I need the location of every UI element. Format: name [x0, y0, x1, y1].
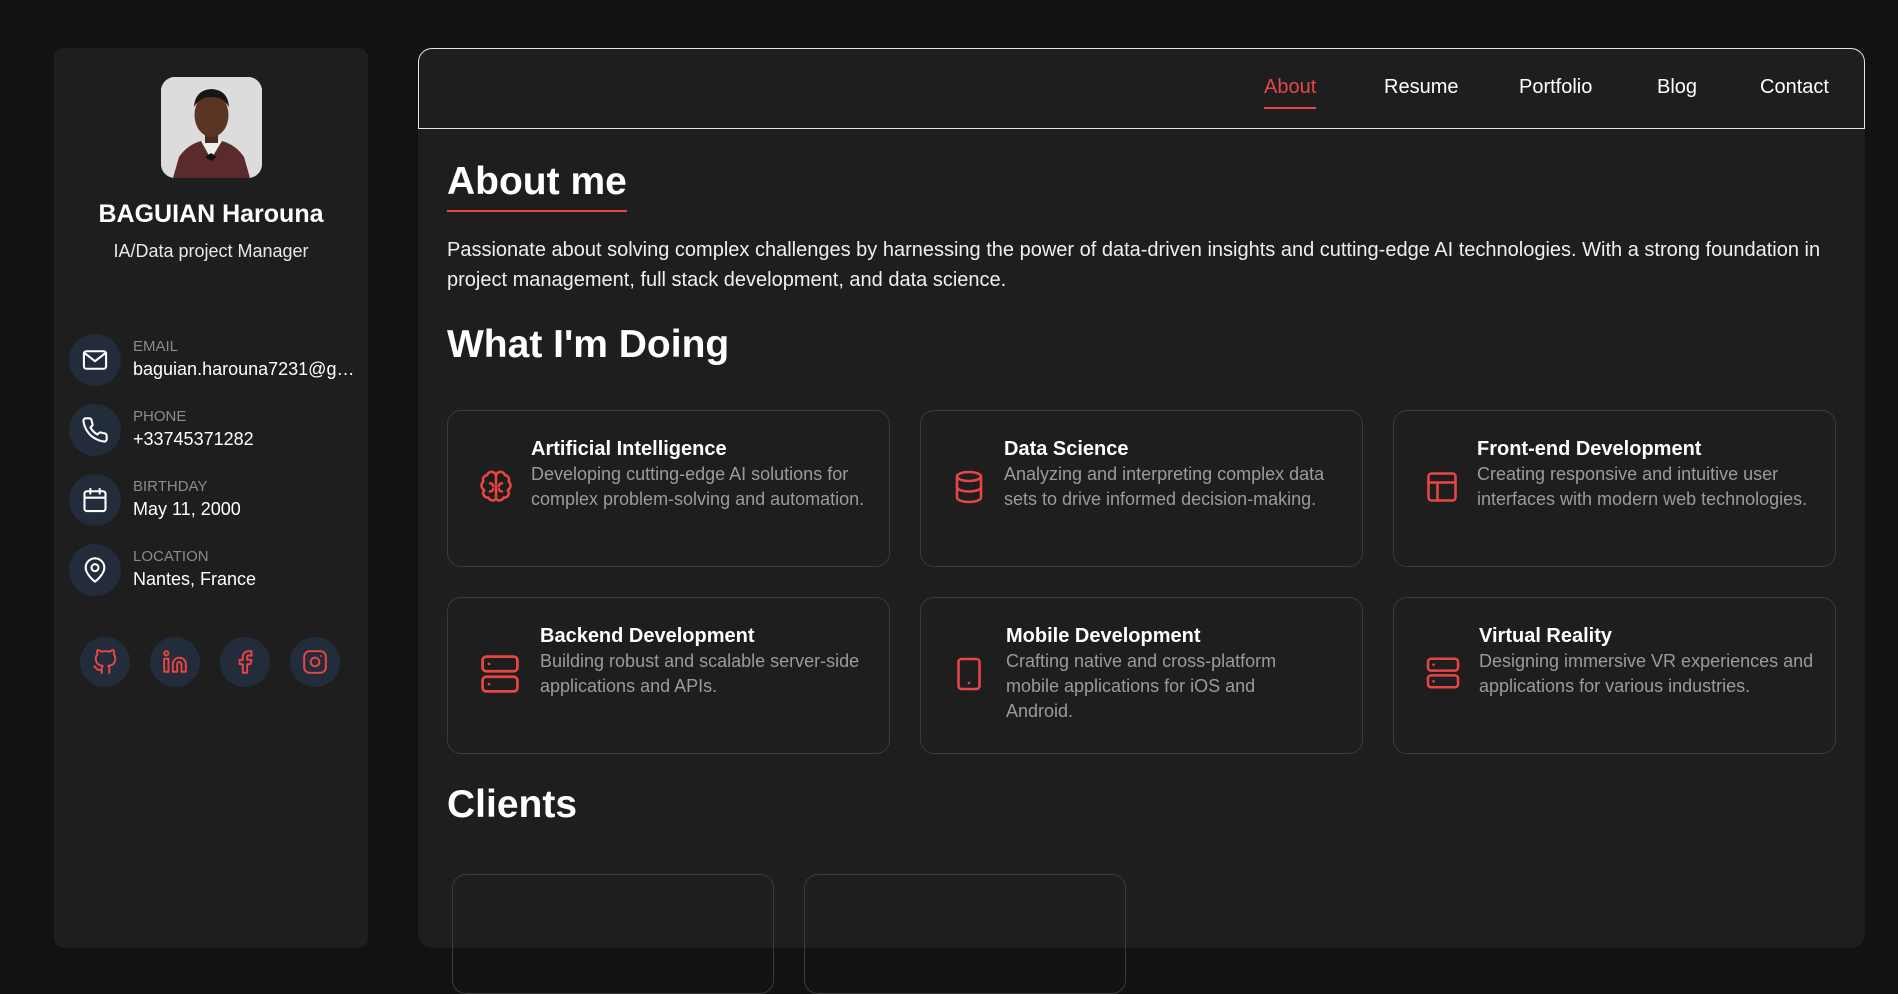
service-card-ai: Artificial Intelligence Developing cutti… [447, 410, 890, 567]
profile-title: IA/Data project Manager [113, 241, 309, 261]
nav-about[interactable]: About [1264, 76, 1317, 109]
profile-name: BAGUIAN Harouna [98, 200, 324, 228]
client-card [452, 874, 774, 994]
mail-icon [69, 334, 121, 386]
instagram-icon[interactable] [290, 637, 340, 687]
services-heading: What I'm Doing [447, 323, 730, 366]
sidebar: BAGUIAN Harouna IA/Data project Manager … [54, 48, 368, 948]
service-desc: Analyzing and interpreting complex data … [1004, 464, 1325, 509]
database-icon [951, 469, 987, 510]
nav-resume[interactable]: Resume [1384, 76, 1458, 99]
phone-value[interactable]: +33745371282 [133, 429, 359, 450]
brain-icon [478, 469, 514, 510]
service-card-data-science: Data Science Analyzing and interpreting … [920, 410, 1363, 567]
contact-label: LOCATION [133, 548, 209, 565]
clients-heading: Clients [447, 783, 578, 826]
contact-location: LOCATION Nantes, France [69, 544, 359, 596]
server-icon [478, 655, 522, 701]
tablet-icon [951, 656, 987, 697]
contact-label: BIRTHDAY [133, 478, 208, 495]
avatar [161, 77, 262, 178]
service-desc: Developing cutting-edge AI solutions for… [531, 464, 865, 509]
layout-icon [1424, 469, 1460, 510]
contact-label: EMAIL [133, 338, 179, 355]
service-card-vr: Virtual Reality Designing immersive VR e… [1393, 597, 1836, 754]
service-card-mobile: Mobile Development Crafting native and c… [920, 597, 1363, 754]
service-desc: Creating responsive and intuitive user i… [1477, 464, 1808, 509]
phone-icon [69, 404, 121, 456]
navbar: About Resume Portfolio Blog Contact [418, 48, 1865, 129]
social-links [80, 637, 340, 687]
service-desc: Building robust and scalable server-side… [540, 651, 860, 696]
server-icon [1424, 656, 1462, 697]
nav-blog[interactable]: Blog [1657, 76, 1697, 99]
location-value: Nantes, France [133, 569, 257, 589]
linkedin-icon[interactable] [150, 637, 200, 687]
contact-label: PHONE [133, 408, 187, 425]
birthday-value: May 11, 2000 [133, 499, 241, 519]
contact-birthday: BIRTHDAY May 11, 2000 [69, 474, 359, 526]
location-icon [69, 544, 121, 596]
service-title: Virtual Reality [1479, 625, 1613, 647]
about-text: Passionate about solving complex challen… [447, 239, 1821, 291]
contact-email[interactable]: EMAIL baguian.harouna7231@gmail.com [69, 334, 359, 386]
service-title: Data Science [1004, 438, 1129, 460]
facebook-icon[interactable] [220, 637, 270, 687]
github-icon[interactable] [80, 637, 130, 687]
service-card-backend: Backend Development Building robust and … [447, 597, 890, 754]
nav-portfolio[interactable]: Portfolio [1519, 76, 1592, 99]
calendar-icon [69, 474, 121, 526]
service-title: Artificial Intelligence [531, 438, 727, 460]
service-card-frontend: Front-end Development Creating responsiv… [1393, 410, 1836, 567]
service-desc: Crafting native and cross-platform mobil… [1006, 651, 1277, 721]
service-title: Front-end Development [1477, 438, 1702, 460]
email-value[interactable]: baguian.harouna7231@gmail.com [133, 359, 359, 380]
client-card [804, 874, 1126, 994]
service-desc: Designing immersive VR experiences and a… [1479, 651, 1814, 696]
about-heading: About me [447, 160, 627, 212]
service-title: Backend Development [540, 625, 755, 647]
main-content: About Resume Portfolio Blog Contact Abou… [418, 48, 1865, 994]
nav-contact[interactable]: Contact [1760, 76, 1829, 99]
contact-phone[interactable]: PHONE +33745371282 [69, 404, 359, 456]
service-title: Mobile Development [1006, 625, 1201, 647]
avatar-photo [161, 77, 262, 178]
